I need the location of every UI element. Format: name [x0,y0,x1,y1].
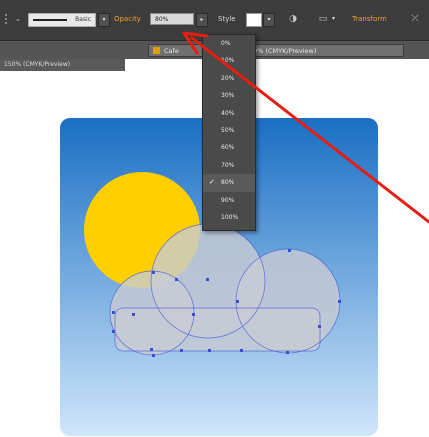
graphic-style-swatch[interactable] [246,13,262,27]
recolor-artwork-icon[interactable]: ◑ [286,12,300,26]
opacity-option[interactable]: 40% [203,105,255,122]
tab-title-prefix: Cafe [164,47,179,55]
align-icon[interactable]: ▭ [316,12,330,26]
opacity-option[interactable]: 20% [203,70,255,87]
style-label: Style [218,15,236,23]
opacity-option[interactable]: 70% [203,157,255,174]
opacity-option[interactable]: 30% [203,87,255,104]
opacity-option[interactable]: 90% [203,192,255,209]
opacity-option[interactable]: 50% [203,122,255,139]
tab-active-document[interactable]: Cafe 150% (CMYK/Preview) [148,44,404,57]
style-dropdown-button[interactable]: ▾ [263,13,275,27]
stroke-profile-label: Basic [75,16,91,23]
stroke-profile-dropdown-button[interactable]: ▾ [98,13,110,27]
tab-secondary-document[interactable]: 150% (CMYK/Preview) [0,59,125,71]
align-dropdown-icon[interactable]: ▾ [332,12,335,26]
transform-link[interactable]: Transform [352,12,387,26]
opacity-option[interactable]: 100% [203,209,255,226]
stroke-line-icon [33,19,67,21]
opacity-option[interactable]: 60% [203,139,255,156]
opacity-option[interactable]: 0% [203,35,255,52]
panel-grip-icon[interactable] [3,12,9,26]
isolate-icon[interactable]: ⤫ [408,12,422,26]
opacity-option[interactable]: 80% [203,174,255,192]
opacity-dropdown-menu: 0%10%20%30%40%50%60%70%80%90%100% [202,34,256,231]
chevron-down-icon[interactable]: ⌄ [15,12,21,26]
document-icon [153,47,160,54]
opacity-label[interactable]: Opacity [114,12,141,26]
opacity-dropdown-button[interactable]: ▸ [196,13,208,27]
stroke-profile-preview[interactable]: Basic [28,13,96,27]
opacity-option[interactable]: 10% [203,52,255,69]
opacity-input[interactable]: 80% [150,13,194,25]
